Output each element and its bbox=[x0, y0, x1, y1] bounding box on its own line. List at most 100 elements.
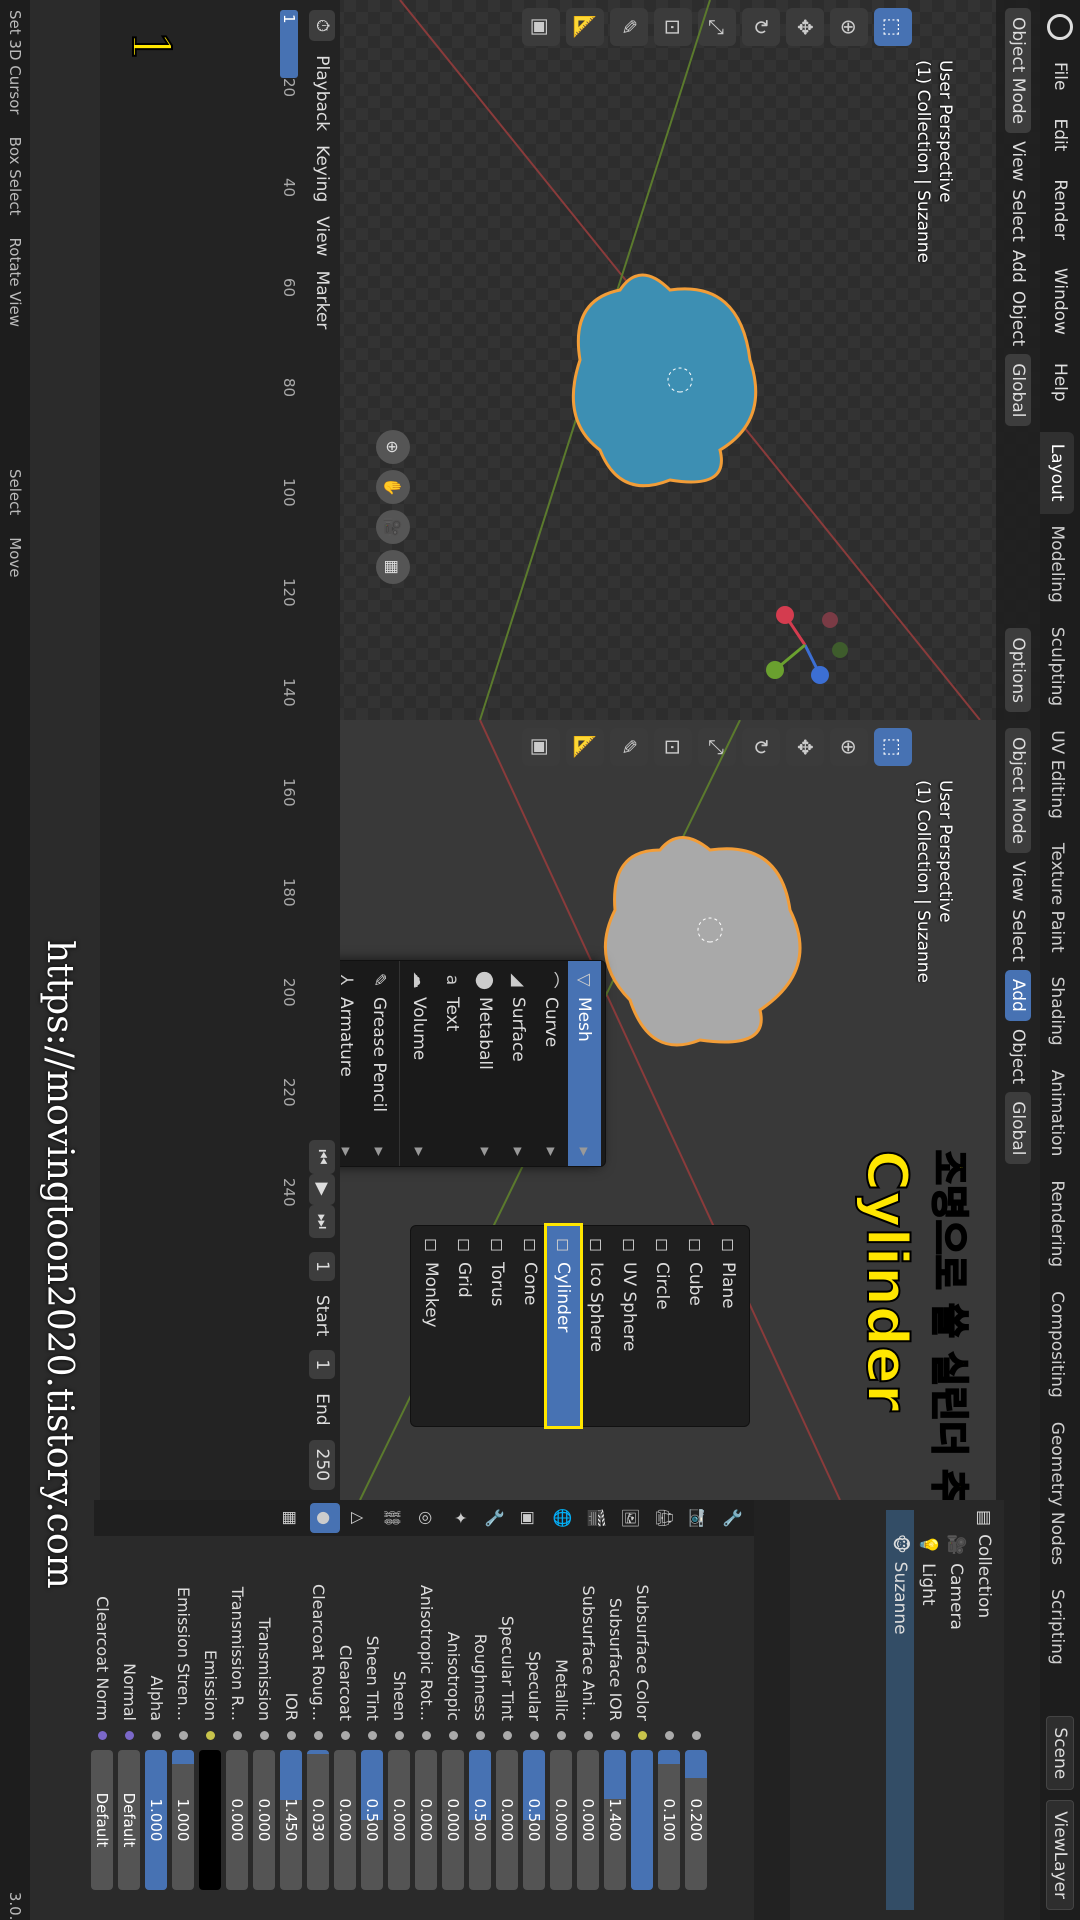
add-menu-item-surface[interactable]: ◢ Surface ▸ bbox=[502, 961, 535, 1166]
socket-icon[interactable] bbox=[233, 1731, 242, 1740]
timeline-menu-keying[interactable]: Keying bbox=[312, 145, 332, 202]
mesh-item-cone[interactable]: ◻ Cone bbox=[514, 1226, 547, 1426]
menu-edit[interactable]: Edit bbox=[1050, 104, 1070, 165]
socket-icon[interactable] bbox=[638, 1731, 647, 1740]
timeline-menu-view[interactable]: View bbox=[312, 216, 332, 256]
outliner-item-light[interactable]: 💡 Light bbox=[914, 1510, 942, 1910]
view-layer-tab-icon[interactable]: 🖼 bbox=[616, 1503, 646, 1533]
socket-icon[interactable] bbox=[422, 1731, 431, 1740]
mesh-item-plane[interactable]: ◻ Plane bbox=[712, 1226, 745, 1426]
start-field[interactable]: 1 bbox=[309, 1350, 335, 1380]
outliner-item-collection[interactable]: ▤ Collection bbox=[970, 1510, 998, 1910]
suzanne-gray-mesh[interactable] bbox=[580, 810, 840, 1070]
socket-icon[interactable] bbox=[476, 1731, 485, 1740]
mesh-item-monkey[interactable]: ◻ Monkey bbox=[415, 1226, 448, 1426]
mesh-item-grid[interactable]: ◻ Grid bbox=[448, 1226, 481, 1426]
add-menu-item-grease-pencil[interactable]: ✎ Grease Pencil ▸ bbox=[363, 961, 396, 1166]
socket-icon[interactable] bbox=[611, 1731, 620, 1740]
socket-icon[interactable] bbox=[206, 1731, 215, 1740]
property-slider[interactable]: 0.000 bbox=[226, 1750, 249, 1890]
socket-icon[interactable] bbox=[584, 1731, 593, 1740]
scene-selector[interactable]: Scene bbox=[1046, 1716, 1074, 1791]
timeline-ruler[interactable]: 1 20 40 60 80 100 120 140 160 180 200 220 240 bbox=[274, 0, 304, 1500]
workspace-tab-geometry-nodes[interactable]: Geometry Nodes bbox=[1040, 1410, 1074, 1577]
property-slider[interactable]: 0.000 bbox=[496, 1750, 519, 1890]
property-slider[interactable] bbox=[631, 1750, 654, 1890]
workspace-tab-sculpting[interactable]: Sculpting bbox=[1040, 615, 1074, 718]
add-menu-item-volume[interactable]: ☁ Volume ▸ bbox=[403, 961, 436, 1166]
menu-file[interactable]: File bbox=[1050, 48, 1070, 104]
viewport-top[interactable]: Object Mode View Select Add Object Globa… bbox=[340, 0, 1040, 720]
workspace-tab-shading[interactable]: Shading bbox=[1040, 965, 1074, 1058]
property-slider[interactable]: 0.500 bbox=[523, 1750, 546, 1890]
property-slider[interactable]: Default bbox=[91, 1750, 114, 1890]
property-slider[interactable]: 0.000 bbox=[415, 1750, 438, 1890]
workspace-tab-compositing[interactable]: Compositing bbox=[1040, 1279, 1074, 1410]
socket-icon[interactable] bbox=[260, 1731, 269, 1740]
property-slider[interactable]: 1.000 bbox=[145, 1750, 168, 1890]
add-menu-item-armature[interactable]: ⅄ Armature ▸ bbox=[340, 961, 363, 1166]
workspace-tab-texture-paint[interactable]: Texture Paint bbox=[1040, 831, 1074, 965]
socket-icon[interactable] bbox=[395, 1731, 404, 1740]
outliner-item-suzanne[interactable]: 🐵 Suzanne bbox=[886, 1510, 914, 1910]
workspace-tab-layout[interactable]: Layout bbox=[1040, 431, 1074, 514]
property-slider[interactable]: 0.000 bbox=[388, 1750, 411, 1890]
property-slider[interactable]: 0.200 bbox=[685, 1750, 708, 1890]
property-slider[interactable]: 0.030 bbox=[307, 1750, 330, 1890]
jump-end-icon[interactable]: ⏭ bbox=[309, 1204, 335, 1239]
add-menu-item-mesh[interactable]: ▽ Mesh ▸ bbox=[568, 961, 601, 1166]
property-slider[interactable]: 1.400 bbox=[604, 1750, 627, 1890]
add-menu-item-text[interactable]: a Text bbox=[436, 961, 469, 1166]
socket-icon[interactable] bbox=[449, 1731, 458, 1740]
property-slider[interactable]: 0.500 bbox=[469, 1750, 492, 1890]
workspace-tab-uv-editing[interactable]: UV Editing bbox=[1040, 718, 1074, 831]
axis-gizmo[interactable] bbox=[750, 590, 860, 700]
workspace-tab-rendering[interactable]: Rendering bbox=[1040, 1168, 1074, 1279]
output-tab-icon[interactable]: 🖨 bbox=[650, 1503, 680, 1533]
pan-icon[interactable]: ✋ bbox=[376, 470, 410, 504]
particles-tab-icon[interactable]: ✦ bbox=[446, 1503, 476, 1533]
tool-tab-icon[interactable]: 🔧 bbox=[718, 1503, 748, 1533]
zoom-icon[interactable]: ⊕ bbox=[376, 430, 410, 464]
timeline-menu-playback[interactable]: Playback bbox=[312, 55, 332, 131]
add-menu-item-metaball[interactable]: ⬤ Metaball ▸ bbox=[469, 961, 502, 1166]
timeline[interactable]: ⏱ Playback Keying View Marker ⏮ ▶ ⏭ 1 St… bbox=[100, 0, 340, 1500]
world-tab-icon[interactable]: 🌐 bbox=[548, 1503, 578, 1533]
render-tab-icon[interactable]: 📷 bbox=[684, 1503, 714, 1533]
menu-render[interactable]: Render bbox=[1050, 165, 1070, 254]
mesh-item-uv-sphere[interactable]: ◻ UV Sphere bbox=[613, 1226, 646, 1426]
property-slider[interactable]: 0.000 bbox=[577, 1750, 600, 1890]
property-slider[interactable]: 1.000 bbox=[172, 1750, 195, 1890]
material-tab-icon[interactable]: ● bbox=[310, 1503, 340, 1533]
object-tab-icon[interactable]: ▣ bbox=[514, 1503, 544, 1533]
socket-icon[interactable] bbox=[665, 1731, 674, 1740]
mesh-item-cylinder[interactable]: ◻ Cylinder bbox=[546, 1207, 581, 1445]
data-tab-icon[interactable]: △ bbox=[344, 1503, 374, 1533]
property-slider[interactable]: 0.000 bbox=[442, 1750, 465, 1890]
property-slider[interactable]: 0.500 bbox=[361, 1750, 384, 1890]
timeline-menu-marker[interactable]: Marker bbox=[312, 271, 332, 330]
socket-icon[interactable] bbox=[152, 1731, 161, 1740]
blender-logo-icon[interactable] bbox=[1047, 14, 1073, 40]
socket-icon[interactable] bbox=[530, 1731, 539, 1740]
socket-icon[interactable] bbox=[557, 1731, 566, 1740]
camera-view-icon[interactable]: 🎥 bbox=[376, 510, 410, 544]
constraints-tab-icon[interactable]: ⛓ bbox=[378, 1503, 408, 1533]
mesh-item-circle[interactable]: ◻ Circle bbox=[646, 1226, 679, 1426]
socket-icon[interactable] bbox=[287, 1731, 296, 1740]
socket-icon[interactable] bbox=[368, 1731, 377, 1740]
property-slider[interactable]: Default bbox=[118, 1750, 141, 1890]
socket-icon[interactable] bbox=[503, 1731, 512, 1740]
menu-window[interactable]: Window bbox=[1050, 254, 1070, 349]
property-slider[interactable]: 0.000 bbox=[253, 1750, 276, 1890]
suzanne-blue-mesh[interactable] bbox=[540, 250, 790, 510]
socket-icon[interactable] bbox=[125, 1731, 134, 1740]
workspace-tab-modeling[interactable]: Modeling bbox=[1040, 514, 1074, 615]
socket-icon[interactable] bbox=[341, 1731, 350, 1740]
socket-icon[interactable] bbox=[314, 1731, 323, 1740]
mesh-item-cube[interactable]: ◻ Cube bbox=[679, 1226, 712, 1426]
view-layer-selector[interactable]: ViewLayer bbox=[1046, 1800, 1074, 1910]
physics-tab-icon[interactable]: ◎ bbox=[412, 1503, 442, 1533]
socket-icon[interactable] bbox=[692, 1731, 701, 1740]
timeline-editor-icon[interactable]: ⏱ bbox=[309, 10, 335, 42]
